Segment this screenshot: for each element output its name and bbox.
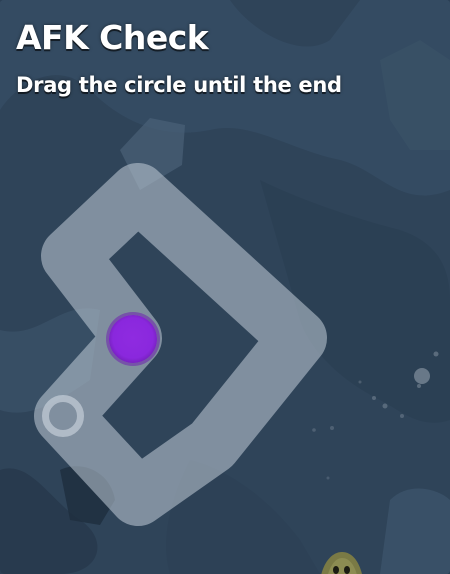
drag-circle[interactable] xyxy=(109,315,157,363)
afk-check-game: AFK Check Drag the circle until the end xyxy=(0,0,450,574)
creature-sprite xyxy=(321,552,362,574)
instruction-text: Drag the circle until the end xyxy=(16,73,342,97)
page-title: AFK Check xyxy=(16,18,209,57)
end-ring xyxy=(42,395,84,437)
